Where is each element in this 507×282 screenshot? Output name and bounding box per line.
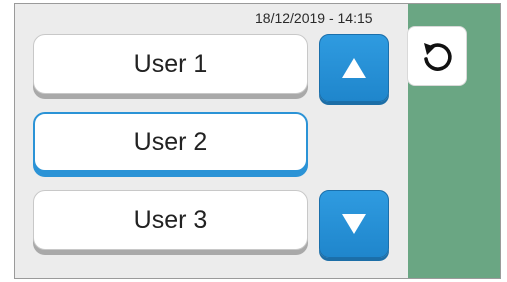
rotate-back-icon: [424, 43, 452, 71]
scroll-up-button[interactable]: [319, 34, 389, 102]
user-1-button[interactable]: User 1: [33, 34, 308, 94]
user-3-button[interactable]: User 3: [33, 190, 308, 250]
user-label: User 3: [133, 205, 208, 234]
back-button[interactable]: [407, 26, 467, 86]
user-label: User 2: [133, 127, 208, 156]
scroll-down-button[interactable]: [319, 190, 389, 258]
datetime-label: 18/12/2019 - 14:15: [255, 10, 373, 26]
user-label: User 1: [133, 49, 208, 78]
triangle-up-icon: [342, 58, 366, 78]
user-list-panel: 18/12/2019 - 14:15 User 1 User 2 User 3: [15, 4, 408, 278]
triangle-down-icon: [342, 214, 366, 234]
user-2-button[interactable]: User 2: [33, 112, 308, 172]
